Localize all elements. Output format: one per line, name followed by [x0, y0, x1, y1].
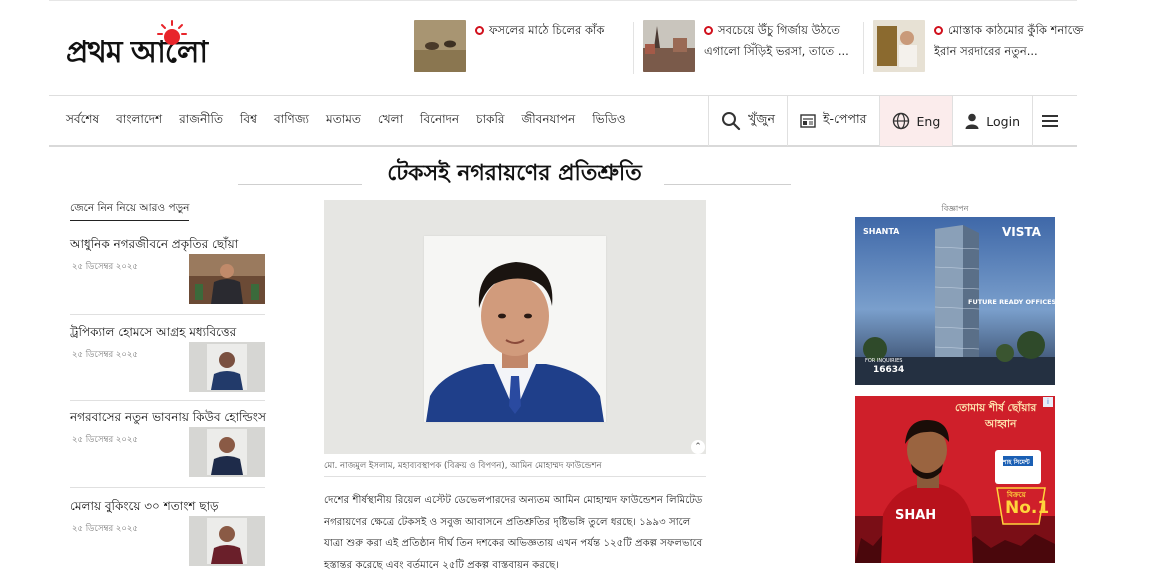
ad-headline-line1: তোমায় শীর্ষ ছোঁয়ার: [955, 402, 1037, 414]
nav-utilities: খুঁজুন ই-পেপার Eng Login: [708, 96, 1077, 146]
related-story-3[interactable]: নগরবাসের নতুন ভাবনায় কিউব হোল্ডিংস ২৫ ড…: [70, 409, 266, 477]
live-dot-icon: [475, 26, 484, 35]
nav-section-list: সর্বশেষ বাংলাদেশ রাজনীতি বিশ্ব বাণিজ্য মতামত খ…: [66, 96, 643, 146]
ad-tagline: FUTURE READY OFFICES: [968, 298, 1055, 306]
nav-item-8[interactable]: চাকরি: [476, 111, 504, 131]
portrait-photo: [424, 236, 606, 422]
teaser-divider: [863, 22, 864, 74]
advertisement-label: বিজ্ঞাপন: [941, 204, 969, 213]
ad-phone-number: 16634: [873, 365, 905, 375]
shah-cement-advertisement[interactable]: তোমায় শীর্ষ ছোঁয়ার আহ্বান শাহ সিমেন্ট …: [855, 396, 1055, 563]
related-reading-heading[interactable]: জেনে নিন নিয়ে আরও পড়ুন: [70, 201, 190, 221]
ad-badge-number: No.1: [1005, 498, 1050, 518]
nav-item-7[interactable]: বিনোদন: [420, 111, 459, 131]
teaser-headline: ফসলের মাঠে চিলের কাঁক: [489, 23, 605, 37]
related-story-thumbnail: [189, 427, 265, 477]
related-story-title: মেলায় বুকিংয়ে ৩০ শতাংশ ছাড়: [70, 499, 219, 513]
login-label: Login: [986, 113, 1020, 129]
headline-block: টেকসই নগরায়ণের প্রতিশ্রুতি: [238, 156, 791, 186]
related-divider: [70, 487, 265, 488]
top-divider: [49, 0, 1077, 1]
related-story-4[interactable]: মেলায় বুকিংয়ে ৩০ শতাংশ ছাড় ২৫ ডিসেম্ব…: [70, 498, 265, 566]
ad-brand-shanta: SHANTA: [863, 227, 900, 236]
ad-enquiry-label: FOR INQUIRIES: [865, 358, 903, 364]
related-story-1[interactable]: আধুনিক নগরজীবনে প্রকৃতির ছোঁয়া ২৫ ডিসেম…: [70, 236, 265, 304]
live-dot-icon: [704, 26, 713, 35]
related-story-thumbnail: [189, 254, 265, 304]
login-button[interactable]: Login: [952, 96, 1032, 146]
related-story-date: ২৫ ডিসেম্বর ২০২৫: [72, 524, 138, 534]
search-button[interactable]: খুঁজুন: [708, 96, 787, 146]
related-story-title: ট্রপিক্যাল হোমসে আগ্রহ মধ্যবিত্তের: [70, 325, 237, 339]
teaser-story-1[interactable]: ফসলের মাঠে চিলের কাঁক: [414, 20, 625, 75]
nav-item-9[interactable]: জীবনযাপন: [521, 111, 575, 131]
related-story-thumbnail: [189, 516, 265, 566]
ad-cricketer-artwork: [855, 396, 1055, 563]
teaser-headline: সবচেয়ে উঁচু গির্জায় উঠতে এগালো সিঁড়িই…: [704, 23, 849, 58]
prothom-alo-logo[interactable]: প্রথম আলো: [66, 20, 291, 75]
search-icon: [722, 112, 741, 131]
language-label: Eng: [916, 113, 941, 129]
article-body-paragraph: দেশের শীর্ষস্থানীয় রিয়েল এস্টেট ডেভেলপ…: [324, 495, 703, 570]
ad-brand-vista: VISTA: [1002, 225, 1041, 239]
globe-icon: [892, 112, 909, 130]
nav-item-6[interactable]: খেলা: [378, 111, 403, 131]
related-divider: [70, 400, 265, 401]
epaper-button[interactable]: ই-পেপার: [786, 96, 879, 146]
caption-divider: [324, 476, 706, 477]
teaser-divider: [633, 22, 634, 74]
teaser-thumbnail: [643, 20, 695, 72]
related-story-thumbnail: [189, 342, 265, 392]
nav-item-2[interactable]: রাজনীতি: [179, 111, 223, 131]
related-divider: [70, 314, 265, 315]
related-story-2[interactable]: ট্রপিক্যাল হোমসে আগ্রহ মধ্যবিত্তের ২৫ ডি…: [70, 324, 265, 392]
shanta-vista-advertisement[interactable]: SHANTA VISTA FUTURE READY OFFICES FOR IN…: [855, 217, 1055, 385]
ad-brand-shah: শাহ সিমেন্ট: [1003, 459, 1030, 466]
related-story-title: আধুনিক নগরজীবনে প্রকৃতির ছোঁয়া: [70, 237, 239, 251]
caption-collapse-chevron-icon[interactable]: ⌃: [691, 440, 705, 454]
menu-button[interactable]: [1032, 96, 1077, 146]
article-headline: টেকসই নগরায়ণের প্রতিশ্রুতি: [387, 161, 642, 186]
related-story-date: ২৫ ডিসেম্বর ২০২৫: [72, 350, 138, 360]
epaper-label: ই-পেপার: [822, 111, 867, 126]
ad-jersey-text: SHAH: [895, 508, 937, 523]
sun-icon: [157, 20, 187, 45]
ad-headline-line2: আহ্বান: [985, 418, 1017, 430]
image-caption: মো. নাজমুল ইসলাম, মহাব্যবস্থাপক (বিক্রয়…: [324, 461, 602, 471]
search-label: খুঁজুন: [748, 111, 775, 126]
nav-item-3[interactable]: বিশ্ব: [240, 111, 257, 131]
nav-item-1[interactable]: বাংলাদেশ: [116, 111, 162, 131]
live-dot-icon: [934, 26, 943, 35]
epaper-icon: [800, 114, 816, 128]
nav-item-10[interactable]: ভিডিও: [592, 111, 625, 131]
teaser-headline: মোস্তাক কাঠমোর কুঁকি শনাক্তে ইরান সরদারে…: [934, 23, 1084, 58]
nav-item-4[interactable]: বাণিজ্য: [274, 111, 309, 131]
teaser-thumbnail: [873, 20, 925, 72]
nav-item-0[interactable]: সর্বশেষ: [66, 111, 99, 131]
nav-item-5[interactable]: মতামত: [326, 111, 361, 131]
article-hero-image[interactable]: ⌃: [324, 200, 706, 454]
main-nav: সর্বশেষ বাংলাদেশ রাজনীতি বিশ্ব বাণিজ্য মতামত খ…: [49, 95, 1077, 147]
portrait-frame: [424, 236, 606, 422]
teaser-story-2[interactable]: সবচেয়ে উঁচু গির্জায় উঠতে এগালো সিঁড়িই…: [643, 20, 859, 75]
teaser-thumbnail: [414, 20, 466, 72]
related-story-title: নগরবাসের নতুন ভাবনায় কিউব হোল্ডিংস: [70, 410, 266, 424]
teaser-story-3[interactable]: মোস্তাক কাঠমোর কুঁকি শনাক্তে ইরান সরদারে…: [873, 20, 1084, 75]
user-icon: [965, 113, 979, 129]
language-toggle-button[interactable]: Eng: [878, 96, 953, 146]
ad-info-icon[interactable]: i: [1043, 397, 1053, 407]
related-story-date: ২৫ ডিসেম্বর ২০২৫: [72, 435, 138, 445]
related-story-date: ২৫ ডিসেম্বর ২০২৫: [72, 262, 138, 272]
hamburger-menu-icon: [1042, 115, 1058, 127]
